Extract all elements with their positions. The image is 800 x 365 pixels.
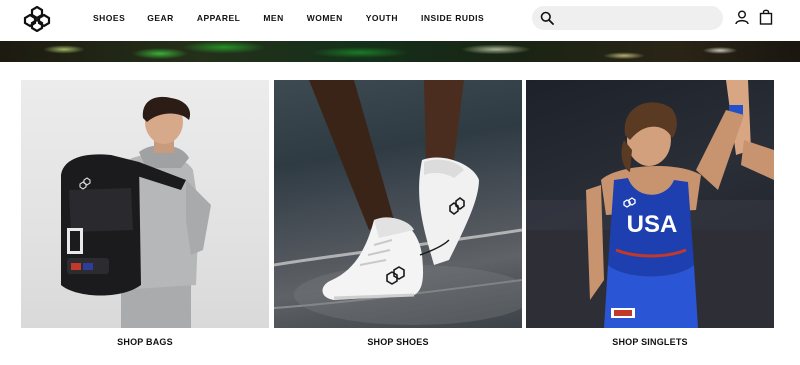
search-bar[interactable] (532, 6, 723, 30)
site-header: SHOES GEAR APPAREL MEN WOMEN YOUTH INSID… (0, 0, 800, 38)
nav-item-women[interactable]: WOMEN (307, 13, 343, 23)
category-card-bags[interactable] (21, 80, 269, 328)
search-input[interactable] (560, 10, 716, 26)
nav-item-apparel[interactable]: APPAREL (197, 13, 241, 23)
singlet-usa-text: USA (627, 211, 678, 238)
shop-singlets-link[interactable]: SHOP SINGLETS (526, 337, 774, 347)
shop-bags-link[interactable]: SHOP BAGS (21, 337, 269, 347)
user-icon[interactable] (735, 10, 749, 25)
nav-item-shoes[interactable]: SHOES (93, 13, 125, 23)
nav-item-gear[interactable]: GEAR (147, 13, 174, 23)
category-card-singlets[interactable]: USA (526, 80, 774, 328)
search-icon[interactable] (540, 11, 554, 25)
rudis-hex-logo-icon[interactable] (22, 6, 52, 32)
hero-banner-image[interactable] (0, 41, 800, 62)
wrestling-shoes-image (274, 80, 522, 325)
category-card-shoes[interactable] (274, 80, 522, 328)
nav-item-youth[interactable]: YOUTH (366, 13, 398, 23)
shop-shoes-link[interactable]: SHOP SHOES (274, 337, 522, 347)
nav-item-inside-rudis[interactable]: INSIDE RUDIS (421, 13, 484, 23)
shopping-bag-icon[interactable] (759, 9, 773, 25)
main-nav: SHOES GEAR APPAREL MEN WOMEN YOUTH INSID… (93, 13, 484, 23)
wrestler-with-backpack-image (61, 96, 211, 328)
usa-singlet-wrestler-image: USA (526, 80, 774, 328)
nav-item-men[interactable]: MEN (263, 13, 283, 23)
